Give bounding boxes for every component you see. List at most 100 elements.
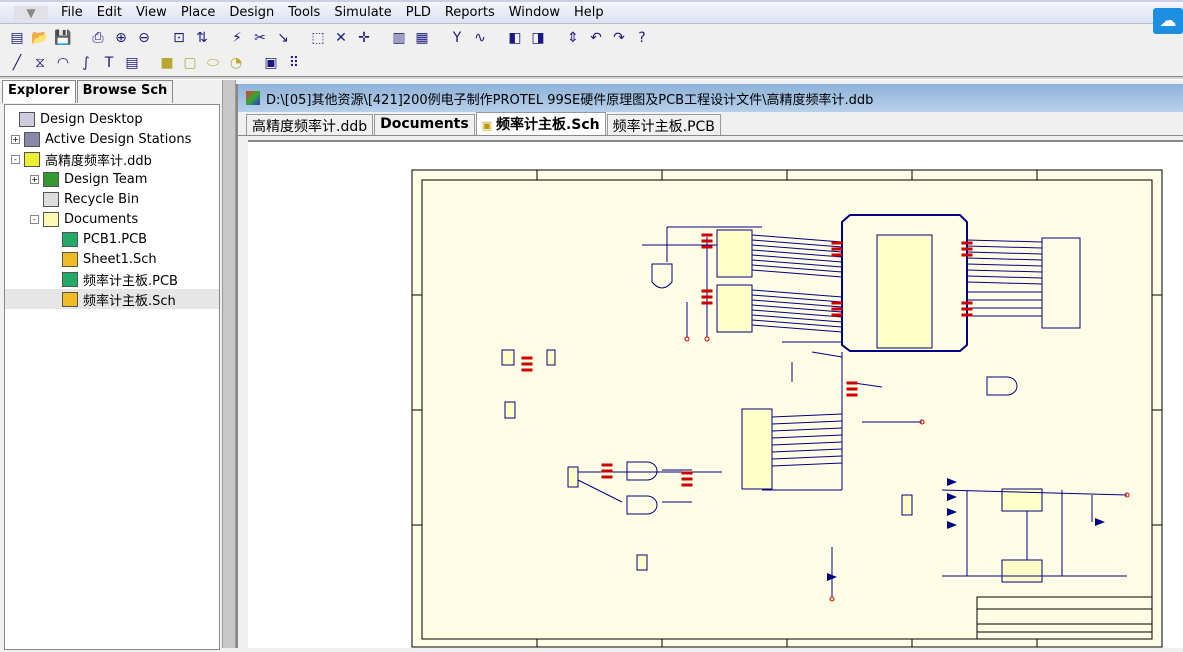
tree-item[interactable]: + Design Team xyxy=(5,169,219,189)
tab-explorer[interactable]: Explorer xyxy=(2,80,76,103)
zoom-fit-icon[interactable]: ⊡ xyxy=(168,28,190,48)
tree-item[interactable]: - Documents xyxy=(5,209,219,229)
tree-item[interactable]: - 高精度频率计.ddb xyxy=(5,149,219,169)
undo-icon[interactable]: ↶ xyxy=(585,28,607,48)
tab-browse-sch[interactable]: Browse Sch xyxy=(76,80,174,103)
net-label xyxy=(831,241,843,245)
tree-item[interactable]: + Active Design Stations xyxy=(5,129,219,149)
tree-item-label: 高精度频率计.ddb xyxy=(45,153,152,169)
arc-icon[interactable]: ◠ xyxy=(52,53,74,73)
array-icon[interactable]: ⠿ xyxy=(283,53,305,73)
graphic-icon[interactable]: ▣ xyxy=(260,53,282,73)
menu-tools[interactable]: Tools xyxy=(281,5,327,20)
text-frame-icon[interactable]: ▤ xyxy=(121,53,143,73)
net-label xyxy=(961,301,973,305)
redo-icon[interactable]: ↷ xyxy=(608,28,630,48)
net-label xyxy=(961,241,973,245)
simulate-icon[interactable]: ∿ xyxy=(469,28,491,48)
sch-icon xyxy=(62,251,78,267)
menu-view[interactable]: View xyxy=(129,5,174,20)
ellipse-icon[interactable]: ⬭ xyxy=(202,53,224,73)
panel-splitter[interactable] xyxy=(222,80,236,648)
system-menu-icon[interactable]: ▼ xyxy=(14,5,48,20)
net-label xyxy=(831,313,843,317)
tree-item[interactable]: Design Desktop xyxy=(5,109,219,129)
tab-pcb[interactable]: 频率计主板.PCB xyxy=(606,114,721,135)
cloud-sync-icon[interactable]: ☁ xyxy=(1153,8,1183,34)
text-icon[interactable]: T xyxy=(98,53,120,73)
tree-item-label: 频率计主板.Sch xyxy=(83,293,176,309)
line-icon[interactable]: ╱ xyxy=(6,53,28,73)
tree-item[interactable]: Recycle Bin xyxy=(5,189,219,209)
tree-item[interactable]: Sheet1.Sch xyxy=(5,249,219,269)
net-label xyxy=(701,289,713,293)
wiring-tools-icon[interactable]: Y xyxy=(446,28,468,48)
toggle-icon[interactable]: ⇕ xyxy=(562,28,584,48)
menu-file[interactable]: File xyxy=(54,5,90,20)
sheet-border xyxy=(411,169,1163,648)
deselect-icon[interactable]: ✕ xyxy=(330,28,352,48)
menu-help[interactable]: Help xyxy=(567,5,611,20)
folder-icon xyxy=(43,211,59,227)
move-icon[interactable]: ✛ xyxy=(353,28,375,48)
tab-ddb[interactable]: 高精度频率计.ddb xyxy=(246,114,374,135)
menu-window[interactable]: Window xyxy=(502,5,567,20)
net-label xyxy=(601,475,613,479)
pie-icon[interactable]: ◔ xyxy=(225,53,247,73)
drawing-toolbar: ╱ ⧖ ◠ ∫ T ▤ ■ ▢ ⬭ ◔ ▣ ⠿ xyxy=(0,50,306,75)
tree-item-label: PCB1.PCB xyxy=(83,231,148,247)
pld-icon[interactable]: ◨ xyxy=(527,28,549,48)
save-icon[interactable]: 💾 xyxy=(52,28,74,48)
main-toolbar: ▤ 📂 💾 ⎙ ⊕ ⊖ ⊡ ⇅ ⚡ ✂ ↘ ⬚ ✕ ✛ ▥ ▦ Y ∿ ◧ ◨ ⇕ ↶ ↷? xyxy=(0,25,654,50)
document-titlebar: D:\[05]其他资源\[421]200例电子制作PROTEL 99SE硬件原理… xyxy=(238,84,1183,112)
database-icon xyxy=(24,151,40,167)
net-label xyxy=(701,239,713,243)
design-manager-icon[interactable]: ▤ xyxy=(6,28,28,48)
bezier-icon[interactable]: ∫ xyxy=(75,53,97,73)
browse-library-icon[interactable]: ▥ xyxy=(388,28,410,48)
schematic-canvas[interactable] xyxy=(248,140,1183,648)
menu-pld[interactable]: PLD xyxy=(399,5,438,20)
print-icon[interactable]: ⎙ xyxy=(87,28,109,48)
net-label xyxy=(701,295,713,299)
counter-chip xyxy=(716,229,753,278)
polygon-icon[interactable]: ⧖ xyxy=(29,53,51,73)
menu-design[interactable]: Design xyxy=(222,5,281,20)
net-label xyxy=(961,247,973,251)
menu-place[interactable]: Place xyxy=(174,5,223,20)
recycle-bin-icon xyxy=(43,191,59,207)
menu-edit[interactable]: Edit xyxy=(90,5,129,20)
net-label xyxy=(681,471,693,475)
tab-schematic[interactable]: ▣ 频率计主板.Sch xyxy=(475,112,606,135)
tab-documents[interactable]: Documents xyxy=(374,114,475,135)
desktop-icon xyxy=(19,111,35,127)
select-icon[interactable]: ⬚ xyxy=(307,28,329,48)
tree-item[interactable]: PCB1.PCB xyxy=(5,229,219,249)
document-window: D:\[05]其他资源\[421]200例电子制作PROTEL 99SE硬件原理… xyxy=(236,84,1183,648)
cross-probe-icon[interactable]: ⚡ xyxy=(226,28,248,48)
paste-icon[interactable]: ↘ xyxy=(272,28,294,48)
zoom-in-icon[interactable]: ⊕ xyxy=(110,28,132,48)
round-rectangle-icon[interactable]: ▢ xyxy=(179,53,201,73)
menu-simulate[interactable]: Simulate xyxy=(327,5,398,20)
collapse-icon[interactable]: - xyxy=(11,154,20,164)
collapse-icon[interactable]: - xyxy=(30,214,39,224)
component-wizard-icon[interactable]: ◧ xyxy=(504,28,526,48)
rectangle-icon[interactable]: ■ xyxy=(156,53,178,73)
zoom-out-icon[interactable]: ⊖ xyxy=(133,28,155,48)
menu-reports[interactable]: Reports xyxy=(438,5,502,20)
help-icon[interactable]: ? xyxy=(631,28,653,48)
connector xyxy=(501,349,515,366)
ddb-icon xyxy=(246,91,260,105)
net-label xyxy=(521,362,533,366)
up-down-hierarchy-icon[interactable]: ⇅ xyxy=(191,28,213,48)
net-label xyxy=(961,307,973,311)
tree-item[interactable]: 频率计主板.PCB xyxy=(5,269,219,289)
add-library-icon[interactable]: ▦ xyxy=(411,28,433,48)
expand-icon[interactable]: + xyxy=(11,134,20,144)
cut-icon[interactable]: ✂ xyxy=(249,28,271,48)
connector xyxy=(636,554,648,571)
open-icon[interactable]: 📂 xyxy=(29,28,51,48)
tree-item[interactable]: 频率计主板.Sch xyxy=(5,289,219,309)
expand-icon[interactable]: + xyxy=(30,174,39,184)
